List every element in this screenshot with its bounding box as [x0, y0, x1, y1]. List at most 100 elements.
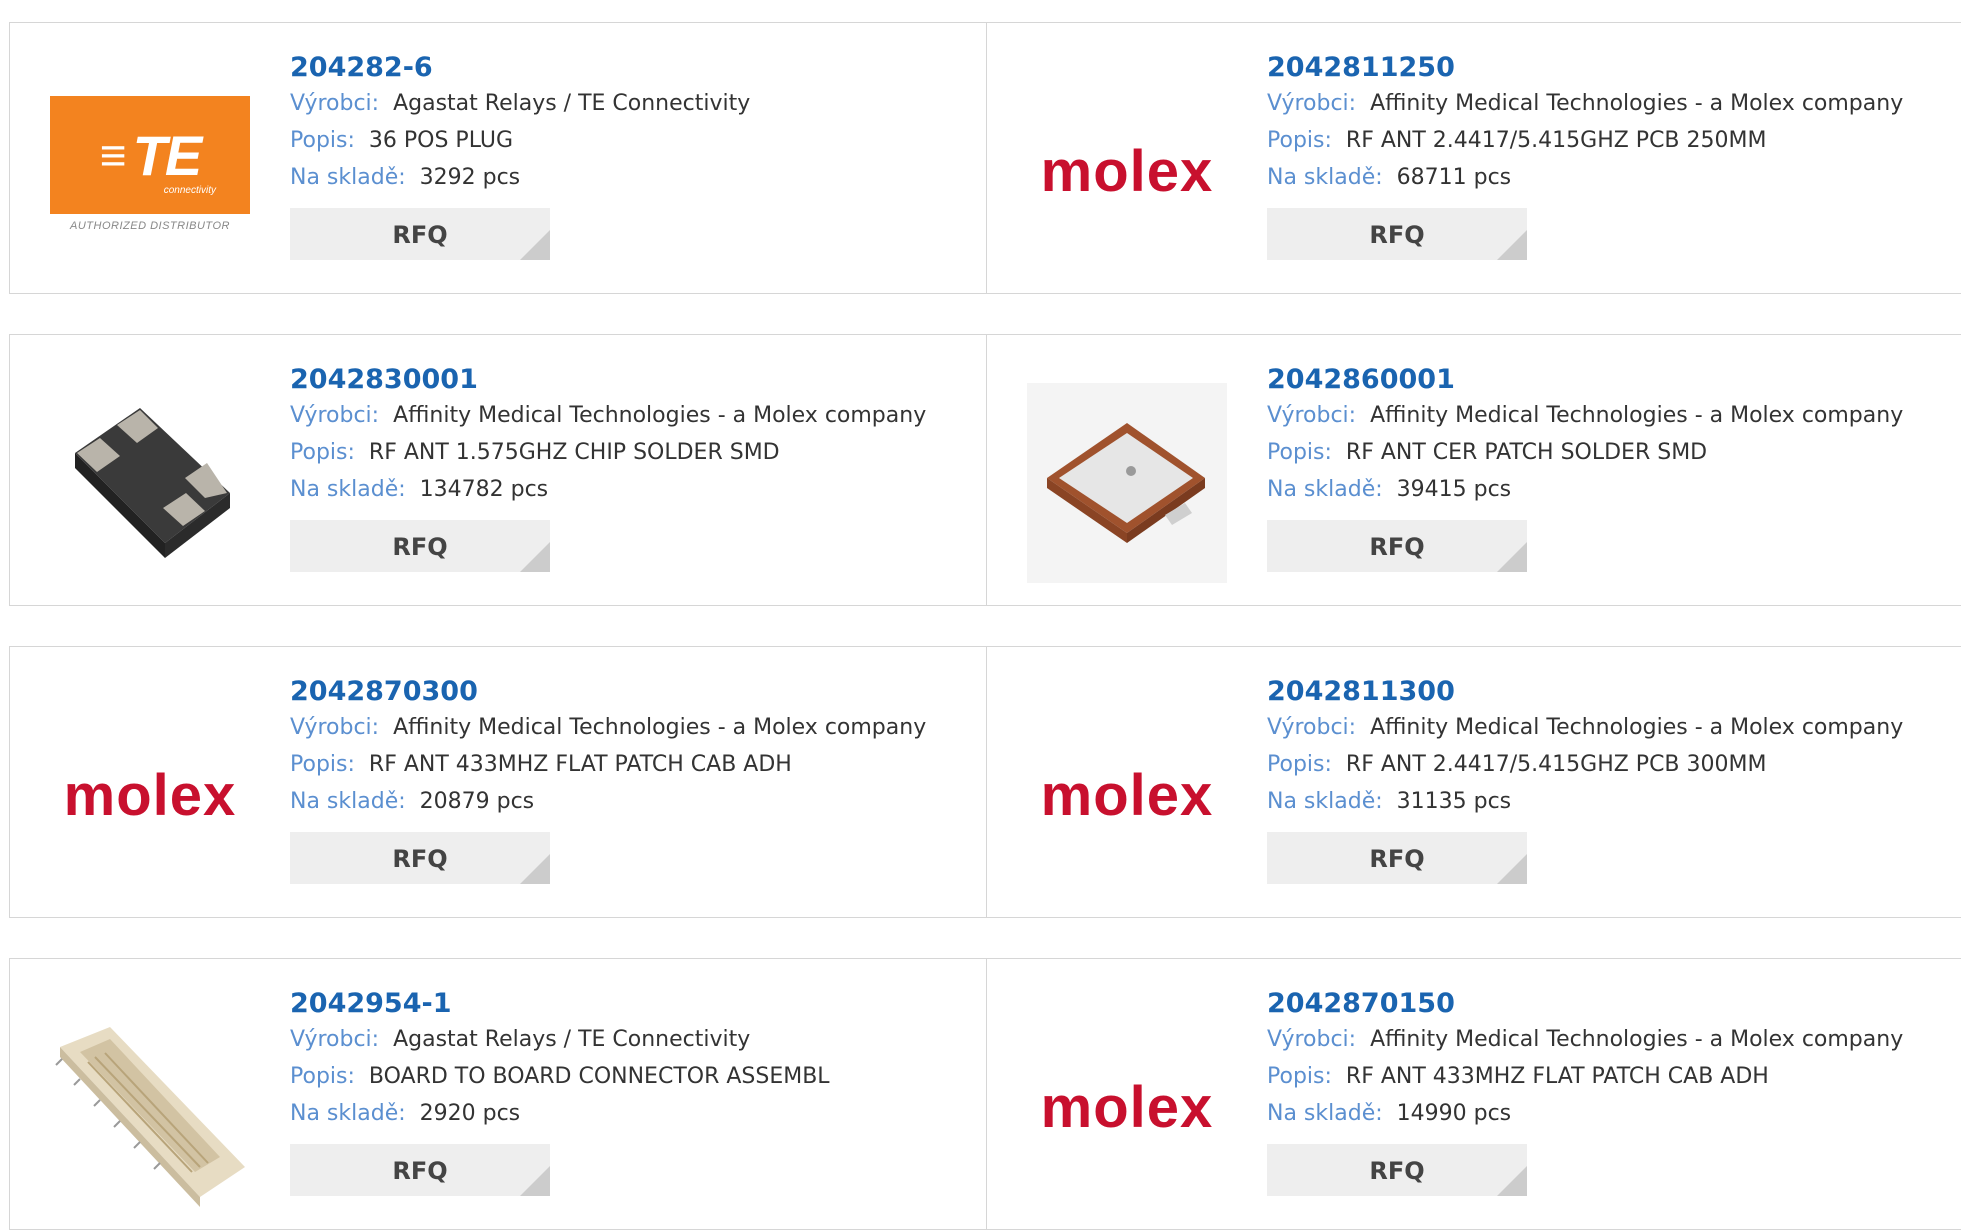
manufacturer-value: Affinity Medical Technologies - a Molex …	[393, 715, 927, 740]
corner-decoration	[1497, 854, 1527, 884]
corner-decoration	[520, 542, 550, 572]
product-card: molex 2042870150 Výrobci: Affinity Medica…	[986, 958, 1961, 1230]
part-number-link[interactable]: 2042954-1	[290, 987, 452, 1021]
part-number-link[interactable]: 2042860001	[1267, 363, 1455, 397]
product-image[interactable]: molex	[1027, 695, 1227, 895]
board-connector-icon	[55, 1027, 245, 1207]
product-card: molex 2042811250 Výrobci: Affinity Medica…	[986, 22, 1961, 294]
product-image[interactable]	[50, 383, 250, 583]
manufacturer-label: Výrobci:	[1267, 1027, 1357, 1052]
corner-decoration	[1497, 1166, 1527, 1196]
molex-logo: molex	[1040, 762, 1214, 828]
product-image[interactable]: molex	[1027, 71, 1227, 271]
product-image[interactable]: molex	[50, 695, 250, 895]
stock-row: Na skladě: 39415 pcs	[1267, 471, 1954, 508]
corner-decoration	[520, 1166, 550, 1196]
stock-label: Na skladě:	[290, 1101, 406, 1126]
part-number-link[interactable]: 2042811300	[1267, 675, 1455, 709]
stock-row: Na skladě: 31135 pcs	[1267, 783, 1954, 820]
stock-row: Na skladě: 20879 pcs	[290, 783, 977, 820]
manufacturer-value: Affinity Medical Technologies - a Molex …	[393, 403, 927, 428]
product-card: ≡ TE connectivity AUTHORIZED DISTRIBUTOR …	[9, 22, 988, 294]
description-label: Popis:	[290, 128, 355, 153]
description-value: RF ANT 2.4417/5.415GHZ PCB 250MM	[1345, 128, 1767, 153]
stock-value: 31135 pcs	[1396, 789, 1512, 814]
part-number-link[interactable]: 2042811250	[1267, 51, 1455, 85]
product-image[interactable]	[1027, 383, 1227, 583]
manufacturer-row: Výrobci: Affinity Medical Technologies - …	[1267, 397, 1954, 434]
manufacturer-value: Affinity Medical Technologies - a Molex …	[1370, 403, 1904, 428]
description-label: Popis:	[1267, 1064, 1332, 1089]
corner-decoration	[520, 854, 550, 884]
part-number-link[interactable]: 2042870150	[1267, 987, 1455, 1021]
description-label: Popis:	[290, 1064, 355, 1089]
corner-decoration	[1497, 230, 1527, 260]
corner-decoration	[520, 230, 550, 260]
rfq-button[interactable]: RFQ	[290, 208, 550, 260]
description-value: RF ANT 1.575GHZ CHIP SOLDER SMD	[368, 440, 780, 465]
stock-label: Na skladě:	[1267, 477, 1383, 502]
description-row: Popis: RF ANT 433MHZ FLAT PATCH CAB ADH	[1267, 1058, 1954, 1095]
molex-logo: molex	[63, 762, 237, 828]
product-card: 2042860001 Výrobci: Affinity Medical Tech…	[986, 334, 1961, 606]
rfq-button[interactable]: RFQ	[1267, 1144, 1527, 1196]
manufacturer-label: Výrobci:	[290, 91, 380, 116]
description-value: RF ANT 2.4417/5.415GHZ PCB 300MM	[1345, 752, 1767, 777]
description-row: Popis: RF ANT 2.4417/5.415GHZ PCB 300MM	[1267, 746, 1954, 783]
manufacturer-value: Agastat Relays / TE Connectivity	[393, 1027, 751, 1052]
chip-antenna-icon	[75, 408, 230, 558]
manufacturer-row: Výrobci: Affinity Medical Technologies - …	[1267, 709, 1954, 746]
te-connectivity-logo: ≡ TE connectivity AUTHORIZED DISTRIBUTOR	[50, 96, 250, 246]
product-card: molex 2042811300 Výrobci: Affinity Medica…	[986, 646, 1961, 918]
corner-decoration	[1497, 542, 1527, 572]
rfq-button[interactable]: RFQ	[1267, 208, 1527, 260]
manufacturer-value: Affinity Medical Technologies - a Molex …	[1370, 91, 1904, 116]
molex-logo: molex	[1040, 1074, 1214, 1140]
description-value: 36 POS PLUG	[368, 128, 514, 153]
product-image[interactable]	[50, 1007, 250, 1207]
rfq-button[interactable]: RFQ	[1267, 832, 1527, 884]
manufacturer-label: Výrobci:	[1267, 91, 1357, 116]
part-number-link[interactable]: 2042830001	[290, 363, 478, 397]
rfq-button[interactable]: RFQ	[290, 1144, 550, 1196]
stock-value: 39415 pcs	[1396, 477, 1512, 502]
description-label: Popis:	[1267, 752, 1332, 777]
description-row: Popis: BOARD TO BOARD CONNECTOR ASSEMBL	[290, 1058, 977, 1095]
description-label: Popis:	[1267, 128, 1332, 153]
manufacturer-row: Výrobci: Agastat Relays / TE Connectivity	[290, 1021, 977, 1058]
manufacturer-row: Výrobci: Affinity Medical Technologies - …	[290, 709, 977, 746]
stock-value: 14990 pcs	[1396, 1101, 1512, 1126]
stock-value: 68711 pcs	[1396, 165, 1512, 190]
description-row: Popis: RF ANT 433MHZ FLAT PATCH CAB ADH	[290, 746, 977, 783]
stock-row: Na skladě: 134782 pcs	[290, 471, 977, 508]
rfq-button[interactable]: RFQ	[1267, 520, 1527, 572]
rfq-button[interactable]: RFQ	[290, 520, 550, 572]
patch-antenna-icon	[1027, 383, 1227, 583]
product-image[interactable]: ≡ TE connectivity AUTHORIZED DISTRIBUTOR	[50, 71, 250, 271]
stock-value: 20879 pcs	[419, 789, 535, 814]
product-card: molex 2042870300 Výrobci: Affinity Medica…	[9, 646, 988, 918]
manufacturer-value: Affinity Medical Technologies - a Molex …	[1370, 1027, 1904, 1052]
part-number-link[interactable]: 204282-6	[290, 51, 433, 85]
description-value: BOARD TO BOARD CONNECTOR ASSEMBL	[368, 1064, 830, 1089]
rfq-button[interactable]: RFQ	[290, 832, 550, 884]
stock-row: Na skladě: 68711 pcs	[1267, 159, 1954, 196]
product-grid: ≡ TE connectivity AUTHORIZED DISTRIBUTOR …	[0, 0, 1961, 1230]
stock-label: Na skladě:	[1267, 165, 1383, 190]
manufacturer-value: Affinity Medical Technologies - a Molex …	[1370, 715, 1904, 740]
description-label: Popis:	[1267, 440, 1332, 465]
stock-value: 134782 pcs	[419, 477, 549, 502]
description-row: Popis: RF ANT CER PATCH SOLDER SMD	[1267, 434, 1954, 471]
manufacturer-label: Výrobci:	[1267, 715, 1357, 740]
product-image[interactable]: molex	[1027, 1007, 1227, 1207]
description-label: Popis:	[290, 440, 355, 465]
part-number-link[interactable]: 2042870300	[290, 675, 478, 709]
stock-label: Na skladě:	[290, 477, 406, 502]
stock-row: Na skladě: 3292 pcs	[290, 159, 977, 196]
manufacturer-value: Agastat Relays / TE Connectivity	[393, 91, 751, 116]
stock-label: Na skladě:	[290, 165, 406, 190]
stock-value: 3292 pcs	[419, 165, 521, 190]
stock-row: Na skladě: 14990 pcs	[1267, 1095, 1954, 1132]
stock-label: Na skladě:	[1267, 1101, 1383, 1126]
manufacturer-label: Výrobci:	[290, 403, 380, 428]
